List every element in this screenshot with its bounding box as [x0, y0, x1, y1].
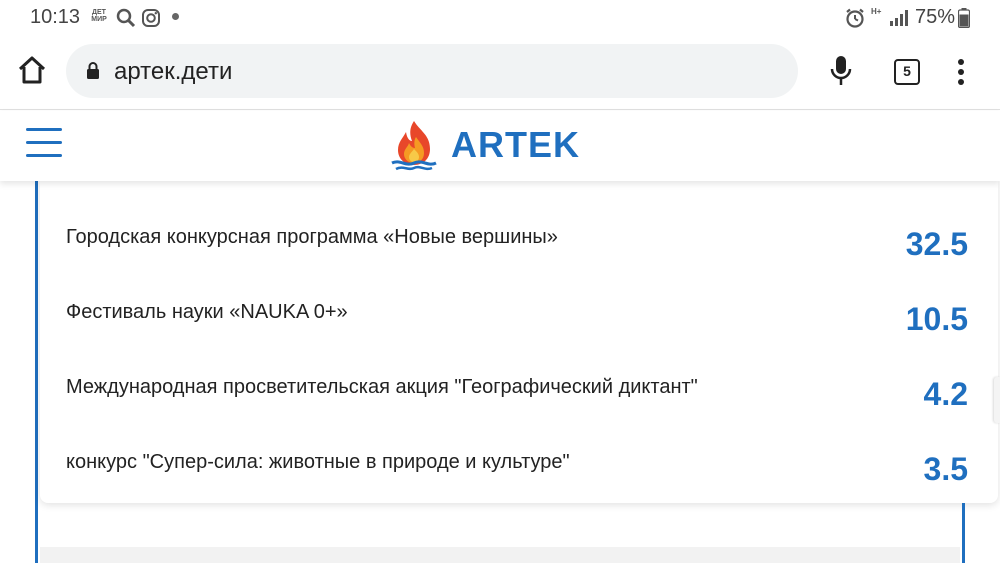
item-label: Международная просветительская акция "Ге…: [66, 376, 698, 398]
right-accent-rule: [962, 503, 965, 563]
status-bar: 10:13 ДЕТ МИР H+ 75%: [0, 0, 1000, 36]
item-label: Городская конкурсная программа «Новые ве…: [66, 226, 558, 248]
instagram-icon: [142, 9, 160, 27]
battery-icon: [958, 8, 970, 28]
url-text: артек.дети: [114, 58, 233, 85]
artek-flame-logo-icon: [391, 121, 437, 171]
search-icon: [116, 8, 136, 28]
item-value: 3.5: [923, 451, 968, 487]
left-accent-rule: [35, 181, 38, 563]
edge-scroll-handle[interactable]: [994, 377, 1000, 423]
notification-dot-icon: [172, 13, 179, 20]
item-value: 4.2: [923, 376, 968, 412]
item-value: 32.5: [905, 226, 968, 262]
list-item: Фестиваль науки «NAUKA 0+» 10.5: [66, 301, 976, 361]
address-bar[interactable]: артек.дети: [66, 44, 798, 98]
status-time: 10:13: [30, 6, 81, 28]
lock-icon: [87, 62, 99, 79]
microphone-icon[interactable]: [829, 54, 853, 88]
list-item: Международная просветительская акция "Ге…: [66, 376, 976, 436]
list-item: конкурс "Супер-сила: животные в природе …: [66, 451, 976, 511]
tab-switcher-button[interactable]: 5: [894, 59, 920, 85]
signal-icon: [890, 10, 908, 26]
item-label: Фестиваль науки «NAUKA 0+»: [66, 301, 348, 323]
logo-text[interactable]: ARTEK: [451, 124, 580, 166]
more-menu-icon[interactable]: [951, 57, 971, 87]
item-label: конкурс "Супер-сила: животные в природе …: [66, 451, 570, 473]
battery-percent: 75%: [915, 6, 956, 28]
next-section-strip: [40, 547, 960, 563]
results-card: Городская конкурсная программа «Новые ве…: [40, 181, 998, 503]
main-content: Городская конкурсная программа «Новые ве…: [0, 181, 1000, 563]
hamburger-menu-icon[interactable]: [26, 128, 62, 160]
network-type-icon: H+: [871, 7, 882, 16]
mir-icon: ДЕТ МИР: [91, 9, 107, 23]
item-value: 10.5: [905, 301, 968, 337]
list-item: Городская конкурсная программа «Новые ве…: [66, 226, 976, 286]
home-icon[interactable]: [16, 54, 48, 86]
browser-toolbar: артек.дети 5: [0, 36, 1000, 110]
alarm-icon: [846, 8, 864, 28]
site-header: ARTEK: [0, 111, 1000, 181]
